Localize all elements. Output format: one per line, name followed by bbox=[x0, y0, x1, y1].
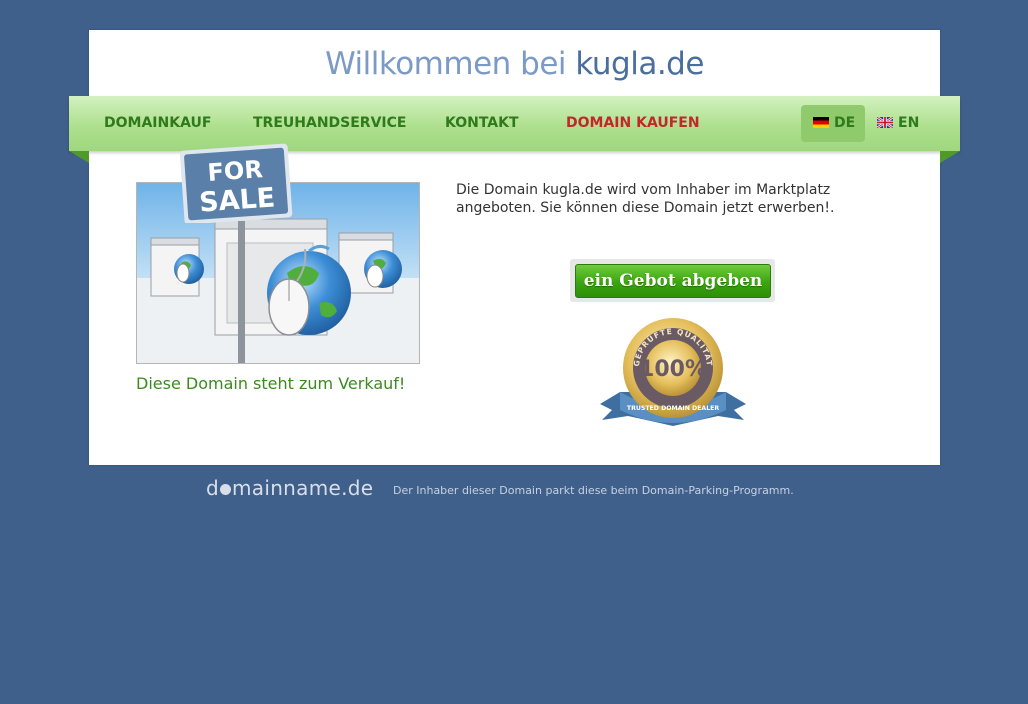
seal-percent: 100% bbox=[639, 357, 707, 382]
logo-text-post: mainname.de bbox=[232, 476, 374, 500]
sign-line1: FOR bbox=[207, 155, 264, 187]
nav-kontakt[interactable]: KONTAKT bbox=[445, 96, 519, 151]
logo-text-pre: d bbox=[206, 476, 219, 500]
sign-line2: SALE bbox=[198, 182, 276, 218]
seal-ribbon-text: TRUSTED DOMAIN DEALER bbox=[627, 405, 720, 412]
title-domain: kugla.de bbox=[575, 46, 704, 82]
page-title: Willkommen bei kugla.de bbox=[89, 44, 940, 84]
nav-domain-kaufen[interactable]: DOMAIN KAUFEN bbox=[566, 96, 700, 151]
flag-germany-icon bbox=[813, 117, 829, 128]
flag-uk-icon bbox=[877, 117, 893, 128]
language-en[interactable]: EN bbox=[877, 105, 919, 142]
language-de-label: DE bbox=[834, 115, 856, 131]
language-de[interactable]: DE bbox=[801, 105, 865, 142]
trusted-dealer-seal: 100% GEPRÜFTE QUALITÄT TRUSTED DOMAIN DE… bbox=[600, 318, 746, 426]
ribbon-fold-left bbox=[69, 151, 89, 163]
language-en-label: EN bbox=[898, 115, 920, 131]
title-prefix: Willkommen bei bbox=[325, 46, 567, 82]
footer-text: Der Inhaber dieser Domain parkt diese be… bbox=[393, 484, 794, 497]
bid-button[interactable]: ein Gebot abgeben bbox=[575, 264, 771, 298]
for-sale-sign: FOR SALE bbox=[180, 143, 293, 223]
domainname-logo[interactable]: d mainname.de bbox=[206, 476, 373, 500]
sale-caption: Diese Domain steht zum Verkauf! bbox=[136, 374, 406, 393]
ribbon-fold-right bbox=[940, 151, 960, 163]
logo-dot-icon bbox=[220, 484, 231, 495]
domain-description: Die Domain kugla.de wird vom Inhaber im … bbox=[456, 182, 835, 216]
